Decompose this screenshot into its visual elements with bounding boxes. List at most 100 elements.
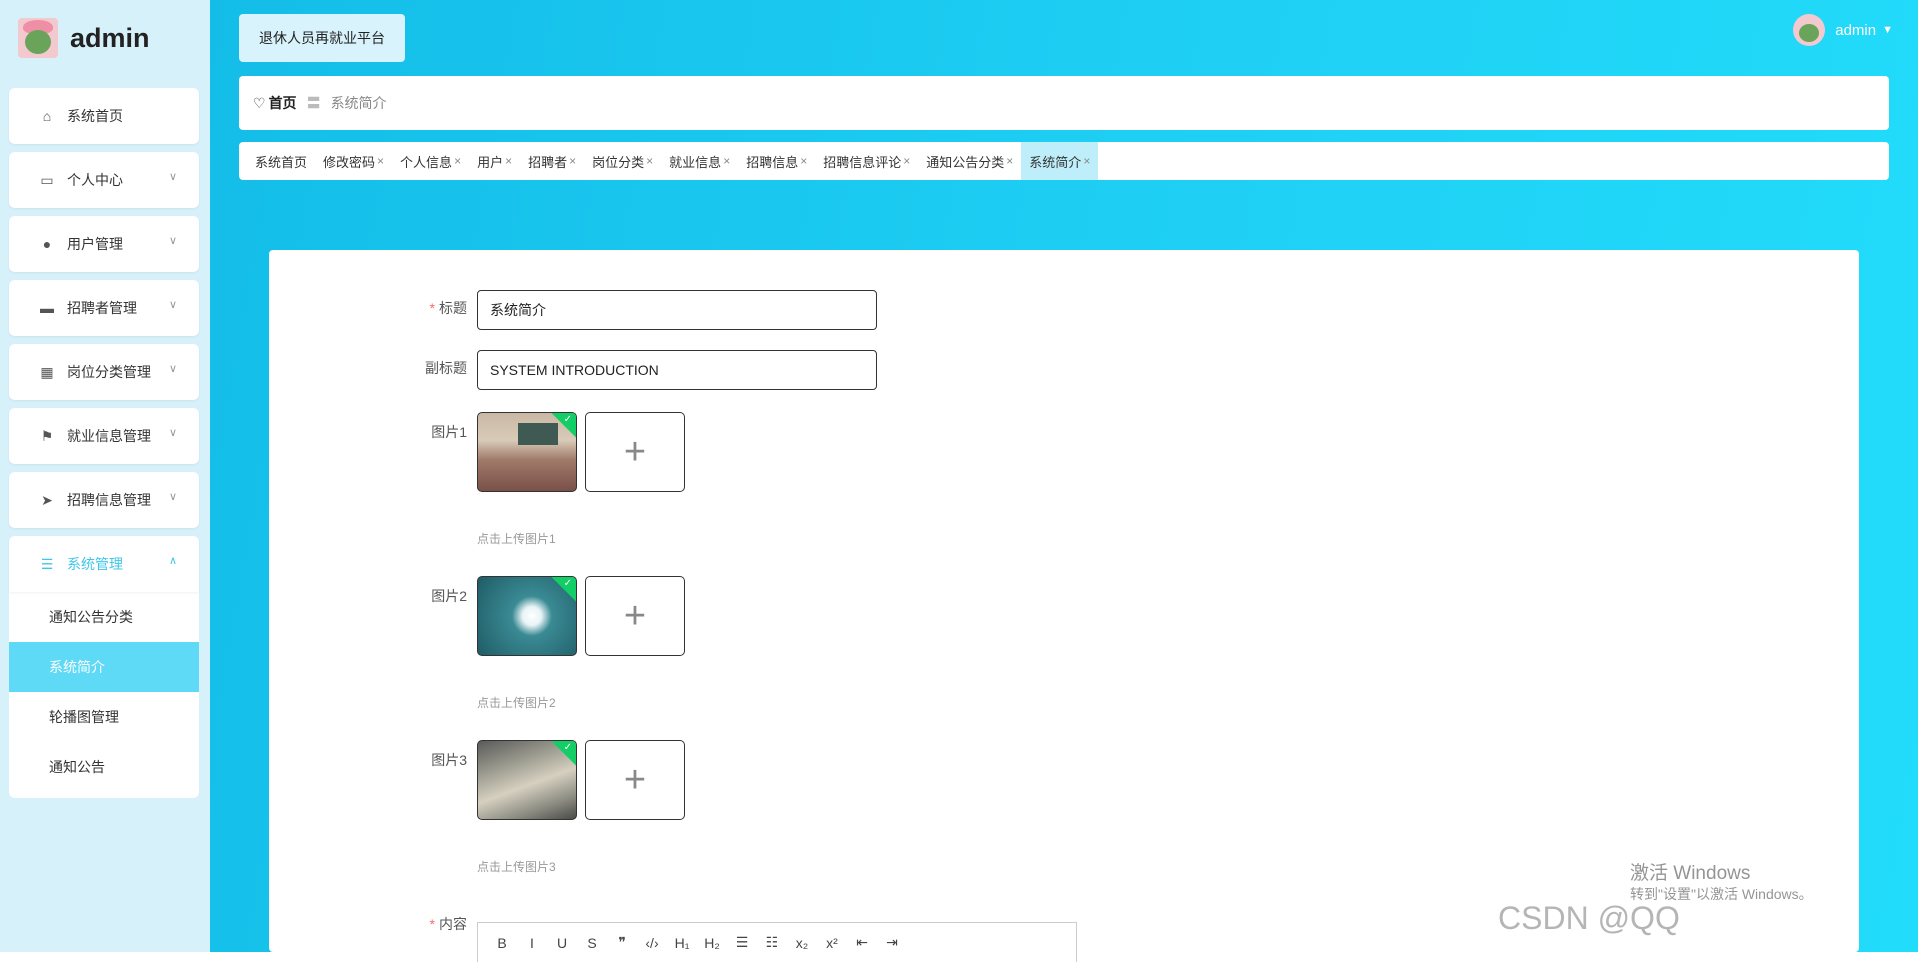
title-label: * 标题 xyxy=(429,300,467,316)
tab-4[interactable]: 招聘者 × xyxy=(520,142,584,180)
image3-upload-button[interactable]: + xyxy=(585,740,685,820)
tags-view: 系统首页 修改密码 × 个人信息 × 用户 × 招聘者 × 岗位分类 × 就业信息 × 招聘信息 × 招聘信息… xyxy=(239,142,1889,180)
image1-thumbnail[interactable]: ✓ xyxy=(477,412,577,492)
sidebar-item-recruiter-management[interactable]: ▬ 招聘者管理 ∨ xyxy=(9,280,199,336)
csdn-watermark: CSDN @QQ xyxy=(1498,900,1680,936)
required-mark: * xyxy=(429,916,435,932)
user-avatar xyxy=(1793,14,1826,46)
sidebar-item-system-management[interactable]: ☰ 系统管理 ∧ xyxy=(9,536,199,592)
sidebar-item-label: 招聘信息管理 xyxy=(67,492,151,508)
chevron-down-icon: ∨ xyxy=(168,363,177,375)
toolbar-button-11[interactable]: x² xyxy=(822,935,842,951)
tab-label: 修改密码 xyxy=(323,154,376,170)
brand: admin xyxy=(18,18,150,58)
tab-2[interactable]: 个人信息 × xyxy=(392,142,469,180)
sidebar-item-home[interactable]: ⌂ 系统首页 xyxy=(9,88,199,144)
breadcrumb: ♡ 首页 〓 系统简介 xyxy=(239,76,1889,130)
toolbar-button-3[interactable]: S xyxy=(582,935,602,951)
title-input[interactable]: 系统简介 xyxy=(477,290,877,330)
toolbar-button-10[interactable]: x₂ xyxy=(792,935,812,951)
close-icon[interactable]: × xyxy=(800,154,807,168)
tab-1[interactable]: 修改密码 × xyxy=(315,142,392,180)
sidebar-subitem-notice-category[interactable]: 通知公告分类 xyxy=(9,592,199,642)
toolbar-button-9[interactable]: ☷ xyxy=(762,934,782,951)
brand-name: admin xyxy=(70,22,150,53)
tab-9[interactable]: 通知公告分类 × xyxy=(918,142,1021,180)
toolbar-button-4[interactable]: ❞ xyxy=(612,934,632,951)
tab-label: 用户 xyxy=(477,154,504,170)
close-icon[interactable]: × xyxy=(569,154,576,168)
close-icon[interactable]: × xyxy=(903,154,910,168)
toolbar-button-0[interactable]: B xyxy=(492,935,512,951)
home-icon: ⌂ xyxy=(42,108,52,124)
sidebar-item-employment-info-management[interactable]: ⚑ 就业信息管理 ∨ xyxy=(9,408,199,464)
subtitle-label: 副标题 xyxy=(425,360,467,376)
toolbar-button-12[interactable]: ⇤ xyxy=(852,934,872,951)
toolbar-button-2[interactable]: U xyxy=(552,935,572,951)
image1-hint: 点击上传图片1 xyxy=(477,532,556,546)
toolbar-button-7[interactable]: H₂ xyxy=(702,935,722,951)
close-icon[interactable]: × xyxy=(454,154,461,168)
tab-label: 系统简介 xyxy=(1029,154,1082,170)
check-icon: ✓ xyxy=(563,578,572,589)
close-icon[interactable]: × xyxy=(1083,154,1090,168)
tab-6[interactable]: 就业信息 × xyxy=(661,142,738,180)
sidebar-item-label: 用户管理 xyxy=(67,236,123,252)
close-icon[interactable]: × xyxy=(1006,154,1013,168)
tab-label: 岗位分类 xyxy=(592,154,645,170)
image3-label: 图片3 xyxy=(431,752,467,768)
close-icon[interactable]: × xyxy=(505,154,512,168)
sidebar-item-label: 岗位分类管理 xyxy=(67,364,151,380)
heart-icon: ♡ xyxy=(253,94,266,111)
sidebar-subitem-notice[interactable]: 通知公告 xyxy=(9,742,199,792)
monitor-icon: ▬ xyxy=(40,300,54,316)
image2-hint: 点击上传图片2 xyxy=(477,696,556,710)
tab-0[interactable]: 系统首页 xyxy=(247,142,315,180)
chevron-down-icon: ∨ xyxy=(168,491,177,503)
tab-8[interactable]: 招聘信息评论 × xyxy=(815,142,918,180)
tab-7[interactable]: 招聘信息 × xyxy=(738,142,815,180)
sidebar-subitem-system-intro[interactable]: 系统简介 xyxy=(9,642,199,692)
sidebar-item-recruitment-info-management[interactable]: ➤ 招聘信息管理 ∨ xyxy=(9,472,199,528)
image3-thumbnail[interactable]: ✓ xyxy=(477,740,577,820)
close-icon[interactable]: × xyxy=(377,154,384,168)
image2-thumbnail[interactable]: ✓ xyxy=(477,576,577,656)
tab-3[interactable]: 用户 × xyxy=(469,142,520,180)
main-area: 退休人员再就业平台 admin ▼ ♡ 首页 〓 系统简介 系统首页 修改密码 × 个… xyxy=(210,0,1918,962)
toolbar-button-8[interactable]: ☰ xyxy=(732,934,752,951)
toolbar-button-6[interactable]: H₁ xyxy=(672,935,692,951)
tab-label: 系统首页 xyxy=(255,154,308,170)
tab-label: 就业信息 xyxy=(669,154,722,170)
subtitle-input[interactable]: SYSTEM INTRODUCTION xyxy=(477,350,877,390)
platform-title-button[interactable]: 退休人员再就业平台 xyxy=(239,14,405,62)
sidebar-item-job-category-management[interactable]: ▦ 岗位分类管理 ∨ xyxy=(9,344,199,400)
image2-upload-button[interactable]: + xyxy=(585,576,685,656)
form-card: * 标题 系统简介 副标题 SYSTEM INTRODUCTION 图片1 ✓ +… xyxy=(269,250,1859,962)
image1-upload-button[interactable]: + xyxy=(585,412,685,492)
sidebar-item-label: 个人中心 xyxy=(67,172,123,188)
check-icon: ✓ xyxy=(563,742,572,753)
caret-down-icon: ▼ xyxy=(1882,24,1893,36)
toolbar-button-13[interactable]: ⇥ xyxy=(882,934,902,951)
chevron-down-icon: ∨ xyxy=(168,235,177,247)
sidebar-item-label: 系统管理 xyxy=(67,556,123,572)
brand-avatar xyxy=(18,18,58,58)
sidebar-subitem-carousel-management[interactable]: 轮播图管理 xyxy=(9,692,199,742)
toolbar-button-5[interactable]: ‹/› xyxy=(642,935,662,951)
sidebar-item-user-management[interactable]: ● 用户管理 ∨ xyxy=(9,216,199,272)
content-label: * 内容 xyxy=(429,916,467,932)
close-icon[interactable]: × xyxy=(646,154,653,168)
close-icon[interactable]: × xyxy=(723,154,730,168)
breadcrumb-separator: 〓 xyxy=(306,95,321,111)
tab-label: 招聘信息评论 xyxy=(823,154,902,170)
tab-label: 个人信息 xyxy=(400,154,453,170)
toolbar-button-1[interactable]: I xyxy=(522,935,542,951)
image1-label: 图片1 xyxy=(431,424,467,440)
breadcrumb-home[interactable]: 首页 xyxy=(269,93,297,113)
tab-10[interactable]: 系统简介 × xyxy=(1021,142,1099,180)
sidebar-item-personal-center[interactable]: ▭ 个人中心 ∨ xyxy=(9,152,199,208)
sidebar-menu: ⌂ 系统首页 ▭ 个人中心 ∨ ● 用户管理 ∨ ▬ 招聘者管理 ∨ ▦ 岗位分… xyxy=(9,88,199,798)
tab-5[interactable]: 岗位分类 × xyxy=(584,142,661,180)
user-menu[interactable]: admin ▼ xyxy=(1793,14,1893,46)
sidebar-item-label: 系统首页 xyxy=(67,108,123,124)
